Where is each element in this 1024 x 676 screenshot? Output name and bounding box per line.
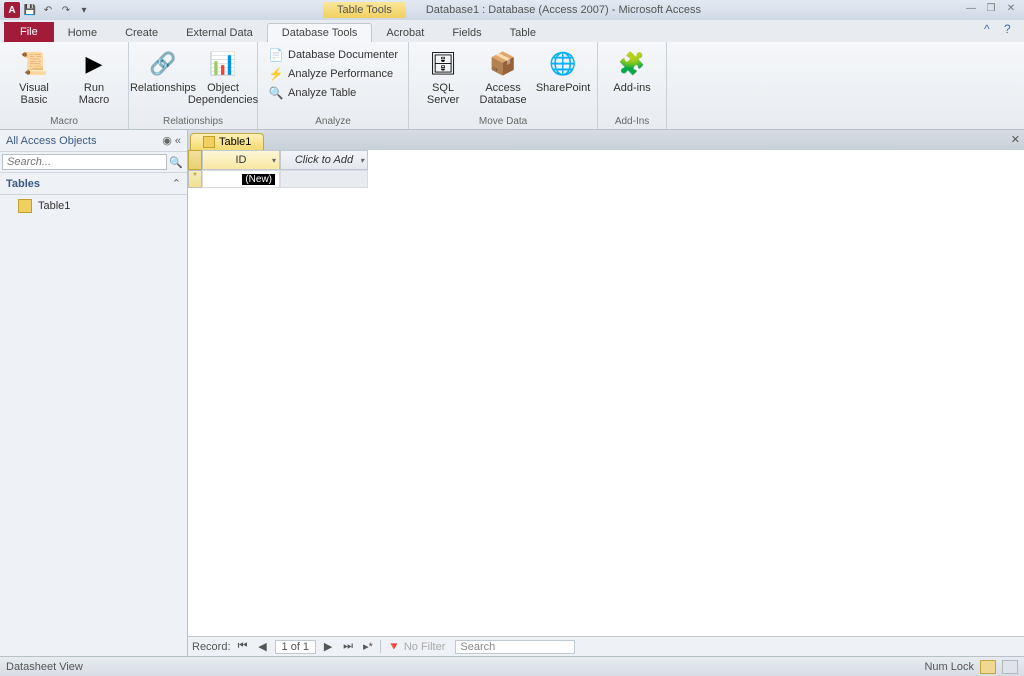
restore-button[interactable]: ❐ bbox=[982, 3, 1000, 17]
qat-customize-icon[interactable]: ▾ bbox=[76, 2, 92, 18]
document-tab-table1[interactable]: Table1 bbox=[190, 133, 264, 150]
design-view-icon[interactable] bbox=[1002, 660, 1018, 674]
view-mode-label: Datasheet View bbox=[6, 661, 83, 673]
record-navigator: Record: ⏮ ◀ 1 of 1 ▶ ⏭ ▸* 🔻 No Filter Se… bbox=[188, 636, 1024, 656]
table-icon bbox=[203, 136, 215, 148]
group-label: Move Data bbox=[415, 114, 591, 129]
access-app-icon[interactable]: A bbox=[4, 2, 20, 18]
ribbon-group-macros: 📜 Visual Basic ▶ Run Macro Macro bbox=[0, 42, 129, 129]
performance-icon: ⚡ bbox=[268, 66, 284, 82]
minimize-button[interactable]: — bbox=[962, 3, 980, 17]
select-all-cell[interactable] bbox=[188, 150, 202, 170]
document-area: Table1 ✕ ID▾ Click to Add▾ * (New) Recor… bbox=[188, 130, 1024, 656]
visual-basic-button[interactable]: 📜 Visual Basic bbox=[6, 44, 62, 106]
tab-file[interactable]: File bbox=[4, 22, 54, 42]
addins-icon: 🧩 bbox=[616, 48, 648, 80]
navpane-group-tables[interactable]: Tables ⌃ bbox=[0, 173, 187, 195]
visual-basic-icon: 📜 bbox=[18, 48, 50, 80]
close-button[interactable]: ✕ bbox=[1002, 3, 1020, 17]
minimize-ribbon-icon[interactable]: ^ bbox=[984, 22, 998, 36]
navpane-item-table1[interactable]: Table1 bbox=[0, 195, 187, 217]
access-db-icon: 📦 bbox=[487, 48, 519, 80]
document-tabs: Table1 ✕ bbox=[188, 130, 1024, 150]
ribbon: 📜 Visual Basic ▶ Run Macro Macro 🔗 Relat… bbox=[0, 42, 1024, 130]
redo-icon[interactable]: ↷ bbox=[58, 2, 74, 18]
column-dropdown-icon[interactable]: ▾ bbox=[272, 156, 276, 165]
tab-acrobat[interactable]: Acrobat bbox=[372, 24, 438, 42]
relationships-icon: 🔗 bbox=[147, 48, 179, 80]
sql-server-button[interactable]: 🗄 SQL Server bbox=[415, 44, 471, 106]
ribbon-group-addins: 🧩 Add-ins Add-Ins bbox=[598, 42, 667, 129]
next-record-button[interactable]: ▶ bbox=[320, 640, 336, 653]
tab-home[interactable]: Home bbox=[54, 24, 111, 42]
analyze-table-icon: 🔍 bbox=[268, 85, 284, 101]
object-dependencies-button[interactable]: 📊 Object Dependencies bbox=[195, 44, 251, 106]
quick-access-toolbar: A 💾 ↶ ↷ ▾ bbox=[4, 2, 92, 18]
analyze-performance-button[interactable]: ⚡Analyze Performance bbox=[264, 65, 402, 83]
filter-indicator[interactable]: 🔻 No Filter bbox=[380, 640, 451, 653]
record-label: Record: bbox=[192, 641, 231, 653]
datasheet-header: ID▾ Click to Add▾ bbox=[188, 150, 1024, 170]
ribbon-group-move-data: 🗄 SQL Server 📦 Access Database 🌐 SharePo… bbox=[409, 42, 598, 129]
undo-icon[interactable]: ↶ bbox=[40, 2, 56, 18]
numlock-indicator: Num Lock bbox=[924, 661, 974, 673]
window-title: Database1 : Database (Access 2007) - Mic… bbox=[426, 4, 701, 16]
cell-empty[interactable] bbox=[280, 170, 368, 188]
save-icon[interactable]: 💾 bbox=[22, 2, 38, 18]
help-icon[interactable]: ? bbox=[1004, 22, 1018, 36]
first-record-button[interactable]: ⏮ bbox=[235, 640, 251, 653]
navpane-dropdown-icon[interactable]: ◉ « bbox=[162, 134, 181, 147]
analyze-table-button[interactable]: 🔍Analyze Table bbox=[264, 84, 402, 102]
sql-server-icon: 🗄 bbox=[427, 48, 459, 80]
row-selector[interactable]: * bbox=[188, 170, 202, 188]
tab-create[interactable]: Create bbox=[111, 24, 172, 42]
datasheet-view-icon[interactable] bbox=[980, 660, 996, 674]
addins-button[interactable]: 🧩 Add-ins bbox=[604, 44, 660, 94]
new-record-button[interactable]: ▸* bbox=[360, 640, 376, 653]
sharepoint-button[interactable]: 🌐 SharePoint bbox=[535, 44, 591, 94]
group-label: Relationships bbox=[135, 114, 251, 129]
title-bar: A 💾 ↶ ↷ ▾ Table Tools Database1 : Databa… bbox=[0, 0, 1024, 20]
tab-fields[interactable]: Fields bbox=[438, 24, 495, 42]
relationships-button[interactable]: 🔗 Relationships bbox=[135, 44, 191, 94]
tab-table[interactable]: Table bbox=[496, 24, 550, 42]
tab-external-data[interactable]: External Data bbox=[172, 24, 267, 42]
column-dropdown-icon[interactable]: ▾ bbox=[360, 156, 364, 165]
sharepoint-icon: 🌐 bbox=[547, 48, 579, 80]
access-database-button[interactable]: 📦 Access Database bbox=[475, 44, 531, 106]
run-macro-icon: ▶ bbox=[78, 48, 110, 80]
documenter-icon: 📄 bbox=[268, 47, 284, 63]
contextual-tab-title: Table Tools bbox=[323, 2, 406, 18]
ribbon-tabs: File Home Create External Data Database … bbox=[0, 20, 1024, 42]
group-label: Macro bbox=[6, 114, 122, 129]
group-label: Add-Ins bbox=[604, 114, 660, 129]
table-row: * (New) bbox=[188, 170, 1024, 188]
tab-database-tools[interactable]: Database Tools bbox=[267, 23, 373, 42]
navigation-pane: All Access Objects ◉ « 🔍 Tables ⌃ Table1 bbox=[0, 130, 188, 656]
ribbon-group-analyze: 📄Database Documenter ⚡Analyze Performanc… bbox=[258, 42, 409, 129]
datasheet: ID▾ Click to Add▾ * (New) bbox=[188, 150, 1024, 636]
last-record-button[interactable]: ⏭ bbox=[340, 640, 356, 653]
record-position[interactable]: 1 of 1 bbox=[275, 640, 317, 654]
cell-id[interactable]: (New) bbox=[202, 170, 280, 188]
navpane-header[interactable]: All Access Objects ◉ « bbox=[0, 130, 187, 152]
dependencies-icon: 📊 bbox=[207, 48, 239, 80]
search-icon[interactable]: 🔍 bbox=[167, 156, 185, 169]
search-input[interactable] bbox=[2, 154, 167, 170]
run-macro-button[interactable]: ▶ Run Macro bbox=[66, 44, 122, 106]
main-area: All Access Objects ◉ « 🔍 Tables ⌃ Table1… bbox=[0, 130, 1024, 656]
ribbon-group-relationships: 🔗 Relationships 📊 Object Dependencies Re… bbox=[129, 42, 258, 129]
column-header-id[interactable]: ID▾ bbox=[202, 150, 280, 170]
column-header-add[interactable]: Click to Add▾ bbox=[280, 150, 368, 170]
chevron-up-icon: ⌃ bbox=[172, 177, 181, 190]
table-icon bbox=[18, 199, 32, 213]
group-label: Analyze bbox=[264, 114, 402, 129]
close-document-button[interactable]: ✕ bbox=[1011, 133, 1020, 146]
status-bar: Datasheet View Num Lock bbox=[0, 656, 1024, 676]
database-documenter-button[interactable]: 📄Database Documenter bbox=[264, 46, 402, 64]
prev-record-button[interactable]: ◀ bbox=[255, 640, 271, 653]
record-search[interactable]: Search bbox=[455, 640, 575, 654]
navpane-search: 🔍 bbox=[0, 152, 187, 173]
